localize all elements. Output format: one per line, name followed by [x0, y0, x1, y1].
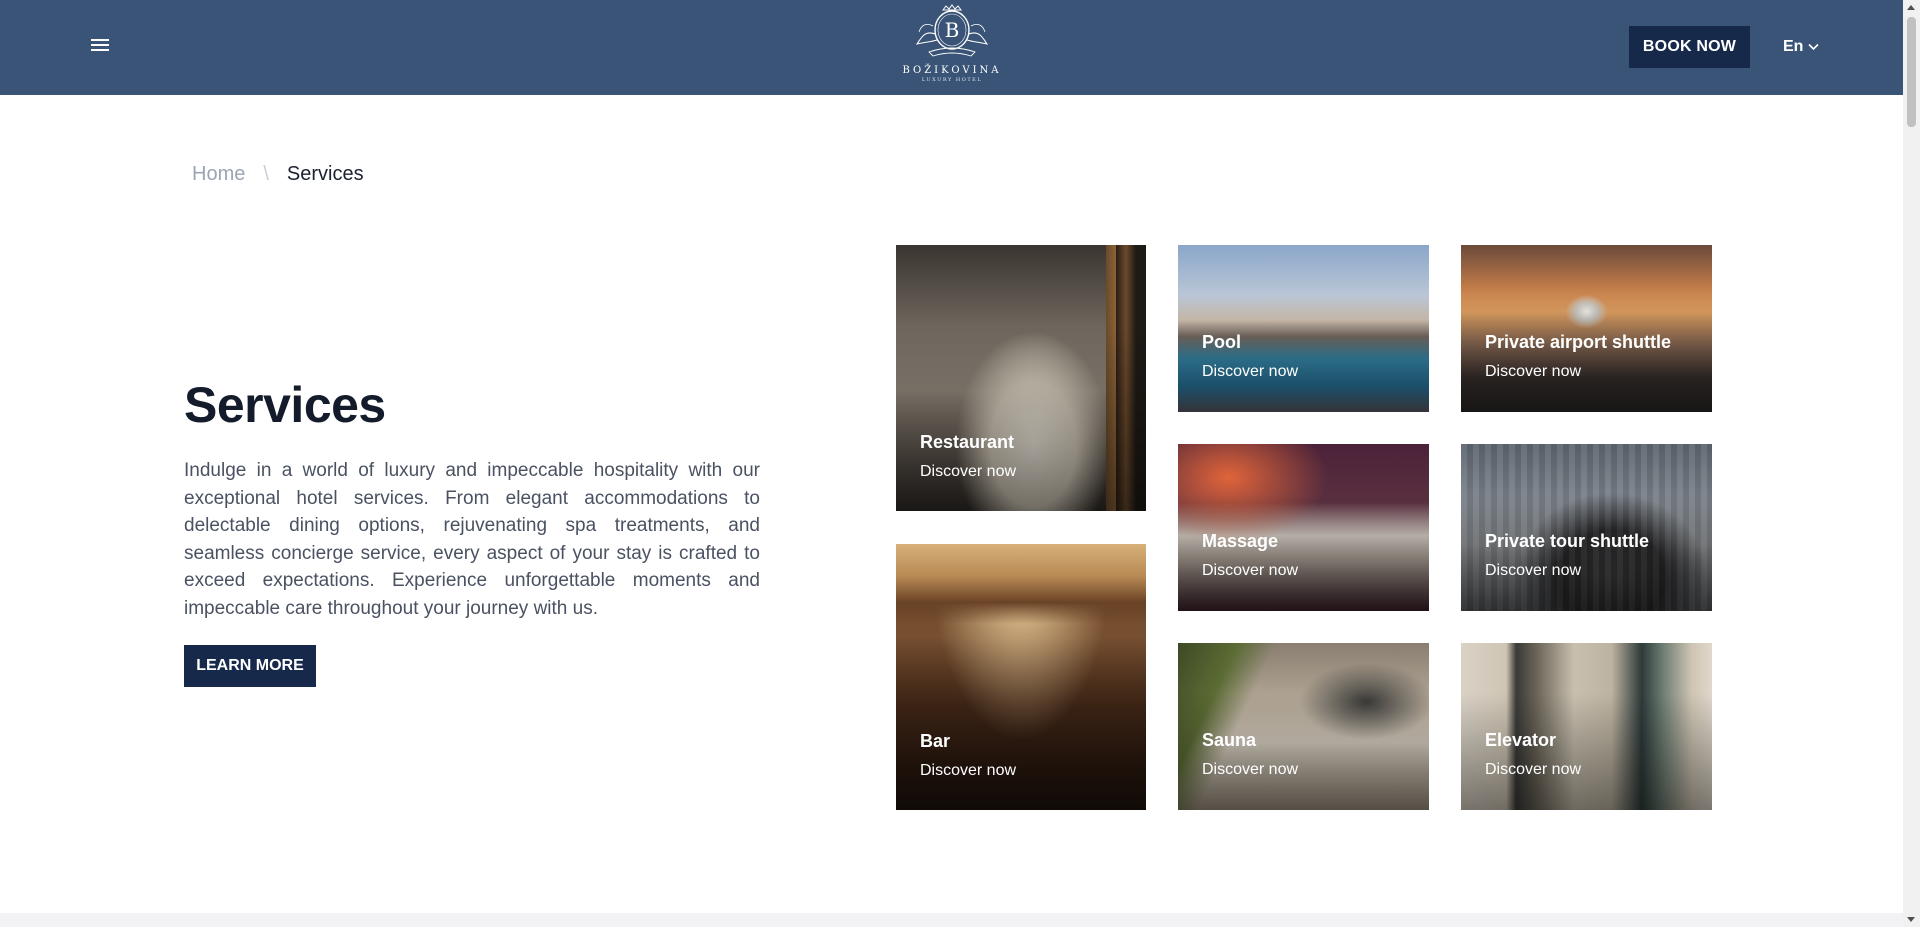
- service-title: Bar: [920, 731, 951, 751]
- scroll-up-icon[interactable]: [1907, 5, 1915, 10]
- discover-now-link[interactable]: Discover now: [1485, 363, 1581, 381]
- intro-paragraph: Indulge in a world of luxury and impecca…: [184, 460, 760, 619]
- service-title: Private airport shuttle: [1485, 332, 1672, 352]
- breadcrumb-home-link[interactable]: Home: [192, 163, 245, 186]
- service-title: Private tour shuttle: [1485, 531, 1650, 551]
- breadcrumb-current: Services: [286, 163, 364, 185]
- logo-name: BOŽIKOVINA: [902, 65, 1002, 76]
- breadcrumb-separator: \: [263, 163, 269, 185]
- service-card-pool[interactable]: Pool Discover now: [1178, 245, 1429, 412]
- service-card-airport-shuttle[interactable]: Private airport shuttle Discover now: [1461, 245, 1712, 412]
- scrollbar-thumb[interactable]: [1907, 17, 1916, 127]
- crest-icon: B: [915, 4, 989, 57]
- page-scrollbar[interactable]: [1903, 0, 1920, 927]
- chevron-down-icon: [1808, 43, 1820, 51]
- language-selector[interactable]: En: [1783, 36, 1820, 58]
- logo-letter: B: [945, 18, 960, 42]
- site-header: B BOŽIKOVINA LUXURY HOTEL BOOK NOW En: [0, 0, 1903, 95]
- discover-now-link[interactable]: Discover now: [920, 762, 1016, 780]
- discover-now-link[interactable]: Discover now: [1202, 761, 1298, 779]
- logo-subtitle: LUXURY HOTEL: [921, 77, 983, 83]
- service-card-tour-shuttle[interactable]: Private tour shuttle Discover now: [1461, 444, 1712, 611]
- service-title: Pool: [1202, 332, 1241, 352]
- discover-now-link[interactable]: Discover now: [1202, 562, 1298, 580]
- learn-more-button[interactable]: LEARN MORE: [184, 645, 316, 687]
- discover-now-link[interactable]: Discover now: [920, 463, 1016, 481]
- service-card-massage[interactable]: Massage Discover now: [1178, 444, 1429, 611]
- language-label: En: [1783, 38, 1804, 55]
- book-now-button[interactable]: BOOK NOW: [1629, 26, 1750, 68]
- service-title: Sauna: [1202, 730, 1257, 750]
- footer-edge: [0, 913, 1903, 927]
- scroll-down-icon[interactable]: [1907, 917, 1915, 922]
- service-title: Elevator: [1485, 730, 1557, 750]
- service-card-restaurant[interactable]: Restaurant Discover now: [896, 245, 1146, 511]
- discover-now-link[interactable]: Discover now: [1485, 562, 1581, 580]
- discover-now-link[interactable]: Discover now: [1202, 363, 1298, 381]
- hotel-logo[interactable]: B BOŽIKOVINA LUXURY HOTEL: [900, 4, 1004, 92]
- service-title: Restaurant: [920, 432, 1015, 452]
- service-card-bar[interactable]: Bar Discover now: [896, 544, 1146, 810]
- hamburger-menu-icon[interactable]: [88, 36, 112, 58]
- breadcrumb: Home \ Services: [192, 163, 364, 186]
- discover-now-link[interactable]: Discover now: [1485, 761, 1581, 779]
- page-title: Services: [184, 377, 386, 433]
- service-card-elevator[interactable]: Elevator Discover now: [1461, 643, 1712, 810]
- service-card-sauna[interactable]: Sauna Discover now: [1178, 643, 1429, 810]
- service-title: Massage: [1202, 531, 1279, 551]
